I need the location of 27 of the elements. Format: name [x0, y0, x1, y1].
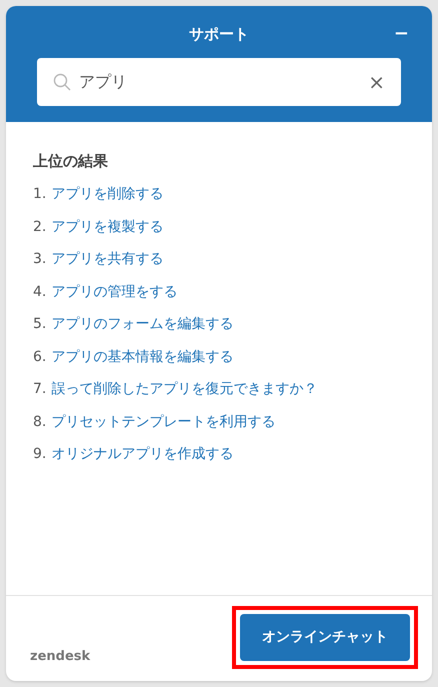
result-link[interactable]: アプリの管理をする — [51, 282, 178, 303]
minimize-button[interactable]: − — [394, 25, 409, 43]
result-number: 3. — [33, 250, 46, 270]
result-link[interactable]: アプリの基本情報を編集する — [51, 346, 234, 368]
search-field[interactable]: アプリ × — [37, 58, 401, 106]
zendesk-logo: zendesk — [30, 648, 90, 666]
result-number: 2. — [33, 218, 46, 237]
result-link[interactable]: アプリを削除する — [51, 184, 164, 206]
clear-button[interactable]: × — [368, 72, 385, 92]
search-icon — [53, 73, 71, 91]
result-number: 4. — [33, 282, 46, 302]
result-link[interactable]: アプリを共有する — [51, 249, 164, 270]
result-number: 8. — [33, 412, 46, 432]
result-number: 5. — [33, 315, 46, 334]
result-number: 7. — [33, 380, 46, 400]
result-link[interactable]: アプリを複製する — [51, 216, 164, 238]
result-link[interactable]: 誤って削除したアプリを復元できますか？ — [51, 379, 318, 400]
search-value: アプリ — [79, 71, 128, 93]
results-heading: 上位の結果 — [33, 151, 109, 172]
widget-title: サポート — [189, 24, 249, 45]
result-link[interactable]: プリセットテンプレートを利用する — [51, 412, 276, 433]
result-link[interactable]: オリジナルアプリを作成する — [51, 444, 234, 466]
result-link[interactable]: アプリのフォームを編集する — [51, 314, 234, 336]
result-number: 6. — [33, 348, 46, 367]
result-number: 9. — [33, 445, 46, 464]
result-number: 1. — [33, 185, 46, 204]
chat-button[interactable]: オンラインチャット — [240, 614, 410, 661]
